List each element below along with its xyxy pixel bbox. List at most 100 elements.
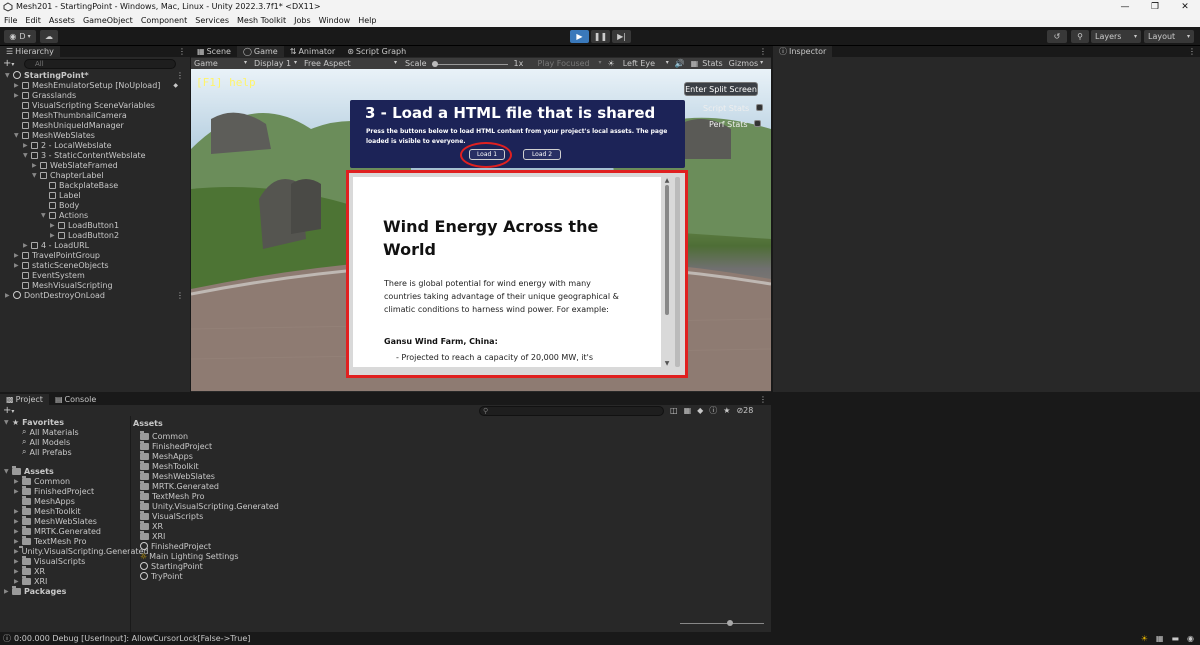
tab-project[interactable]: ▩ Project	[0, 394, 49, 405]
expand-arrow-right-icon[interactable]: ▶	[14, 558, 22, 565]
close-window-button[interactable]: ✕	[1170, 2, 1200, 12]
gizmos-dropdown[interactable]: Gizmos ▾	[729, 59, 764, 68]
tab-hierarchy[interactable]: ☰ Hierarchy	[0, 46, 60, 57]
more-icon[interactable]: ⋮	[1188, 47, 1196, 56]
expand-arrow-right-icon[interactable]: ▶	[50, 232, 58, 239]
filter-type-icon[interactable]: ◫	[670, 406, 678, 415]
expand-arrow-right-icon[interactable]: ▶	[32, 162, 40, 169]
hierarchy-item[interactable]: BackplateBase	[0, 180, 190, 190]
asset-item[interactable]: MeshWebSlates	[140, 470, 440, 481]
hierarchy-item[interactable]: ▶ DontDestroyOnLoad ⋮	[0, 290, 190, 300]
history-button[interactable]: ↺	[1047, 30, 1067, 43]
display-dropdown[interactable]: Display 1 ▾	[251, 59, 301, 68]
visibility-icon[interactable]: ⊘28	[736, 406, 753, 415]
maximize-button[interactable]: ❐	[1140, 2, 1170, 12]
load-2-button[interactable]: Load 2	[523, 149, 561, 160]
menu-window[interactable]: Window	[315, 16, 355, 25]
expand-arrow-right-icon[interactable]: ▶	[23, 142, 31, 149]
hierarchy-item[interactable]: MeshUniqueIdManager	[0, 120, 190, 130]
expand-arrow-right-icon[interactable]: ▶	[14, 528, 22, 535]
tree-folder[interactable]: ▶ XRI	[0, 575, 130, 586]
asset-item[interactable]: Common	[140, 430, 440, 441]
more-icon[interactable]: ⋮	[759, 395, 767, 404]
hierarchy-item[interactable]: ▼ StartingPoint* ⋮	[0, 70, 190, 80]
stats-grid-icon[interactable]: ▦	[691, 59, 699, 68]
step-button[interactable]: ▶|	[612, 30, 631, 43]
hierarchy-item[interactable]: VisualScripting SceneVariables	[0, 100, 190, 110]
script-stats-toggle[interactable]: Script Stats	[703, 104, 763, 113]
tag-icon[interactable]: ◆	[697, 406, 703, 415]
menu-gameobject[interactable]: GameObject	[79, 16, 137, 25]
search-button[interactable]: ⚲	[1071, 30, 1089, 43]
more-icon[interactable]: ⋮	[176, 291, 184, 300]
hierarchy-item[interactable]: ▶ 4 - LoadURL	[0, 240, 190, 250]
layers-dropdown[interactable]: Layers ▾	[1091, 30, 1141, 43]
menu-file[interactable]: File	[0, 16, 21, 25]
eye-dropdown[interactable]: Left Eye ▾	[623, 59, 673, 68]
play-focused-dropdown[interactable]: Play Focused ▾	[538, 59, 606, 68]
expand-arrow-down-icon[interactable]: ▼	[5, 72, 13, 79]
icon-size-slider[interactable]	[680, 623, 764, 624]
tree-folder[interactable]: ▶ TextMesh Pro	[0, 535, 130, 546]
tree-folder[interactable]: ▶ VisualScripts	[0, 555, 130, 566]
hierarchy-item[interactable]: ▼ 3 - StaticContentWebslate	[0, 150, 190, 160]
expand-arrow-right-icon[interactable]: ▶	[14, 508, 22, 515]
expand-arrow-right-icon[interactable]: ▶	[14, 262, 22, 269]
tree-folder[interactable]: MeshApps	[0, 495, 130, 506]
status-message[interactable]: 0:00.000 Debug [UserInput]: AllowCursorL…	[14, 634, 250, 643]
expand-arrow-right-icon[interactable]: ▶	[4, 588, 12, 595]
hierarchy-item[interactable]: ▶ LoadButton2	[0, 230, 190, 240]
asset-item[interactable]: XR	[140, 520, 440, 531]
asset-item[interactable]: VisualScripts	[140, 510, 440, 521]
game-viewport[interactable]: [F1] help Enter Split Screen Script Stat…	[191, 69, 771, 391]
expand-arrow-right-icon[interactable]: ▶	[50, 222, 58, 229]
stats-toggle[interactable]: Stats	[702, 59, 722, 68]
tree-folder[interactable]: ▼ ★ Favorites	[0, 417, 130, 427]
filter-label-icon[interactable]: ▦	[684, 406, 692, 415]
scroll-up-icon[interactable]: ▲	[663, 177, 671, 184]
hierarchy-item[interactable]: ▶ TravelPointGroup	[0, 250, 190, 260]
aspect-dropdown[interactable]: Free Aspect ▾	[301, 59, 401, 68]
expand-arrow-down-icon[interactable]: ▼	[14, 132, 22, 139]
debug-icon[interactable]: ◉	[1187, 634, 1194, 643]
tree-folder[interactable]: ▶ MRTK.Generated	[0, 525, 130, 536]
hierarchy-item[interactable]: ▼ MeshWebSlates	[0, 130, 190, 140]
hierarchy-item[interactable]: MeshThumbnailCamera	[0, 110, 190, 120]
sun-icon[interactable]: ☀	[608, 59, 615, 68]
info-icon[interactable]: ⓘ	[709, 405, 717, 416]
tree-folder[interactable]: ⌕ All Prefabs	[0, 447, 130, 457]
hierarchy-item[interactable]: ▶ LoadButton1	[0, 220, 190, 230]
hierarchy-item[interactable]: Body	[0, 200, 190, 210]
layout-dropdown[interactable]: Layout ▾	[1144, 30, 1194, 43]
hierarchy-item[interactable]: ▼ ChapterLabel	[0, 170, 190, 180]
enter-split-screen-button[interactable]: Enter Split Screen	[684, 82, 758, 96]
expand-arrow-down-icon[interactable]: ▼	[23, 152, 31, 159]
cache-icon[interactable]: ▦	[1156, 634, 1164, 643]
menu-services[interactable]: Services	[191, 16, 233, 25]
tree-section[interactable]: ▼ Assets	[0, 465, 130, 476]
tree-folder[interactable]: ▶ MeshToolkit	[0, 505, 130, 516]
tree-folder[interactable]: ▶ XR	[0, 565, 130, 576]
webslate-page[interactable]: Wind Energy Across the World There is gl…	[353, 177, 661, 367]
tab-script-graph[interactable]: ⊛ Script Graph	[341, 46, 412, 57]
asset-item[interactable]: FinishedProject	[140, 440, 440, 451]
minimize-button[interactable]: —	[1110, 2, 1140, 12]
asset-item[interactable]: MRTK.Generated	[140, 480, 440, 491]
expand-arrow-down-icon[interactable]: ▼	[4, 468, 12, 475]
web-scrollbar[interactable]: ▲ ▼	[663, 177, 671, 367]
expand-arrow-down-icon[interactable]: ▼	[32, 172, 40, 179]
star-icon[interactable]: ★	[723, 406, 730, 415]
account-dropdown[interactable]: ◉ D ▾	[4, 30, 36, 43]
hierarchy-item[interactable]: ▶ 2 - LocalWebslate	[0, 140, 190, 150]
more-icon[interactable]: ⋮	[176, 71, 184, 80]
tab-inspector[interactable]: ⓘ Inspector	[773, 46, 833, 57]
asset-item[interactable]: XRI	[140, 530, 440, 541]
asset-item[interactable]: MeshApps	[140, 450, 440, 461]
tree-section[interactable]: ▶ Packages	[0, 585, 130, 596]
cloud-button[interactable]: ☁	[40, 30, 58, 43]
play-button[interactable]: ▶	[570, 30, 589, 43]
game-mode-dropdown[interactable]: Game ▾	[191, 59, 251, 68]
add-button[interactable]: +▾	[3, 58, 14, 69]
asset-item[interactable]: Unity.VisualScripting.Generated	[140, 500, 440, 511]
tree-folder[interactable]: ▶ FinishedProject	[0, 485, 130, 496]
